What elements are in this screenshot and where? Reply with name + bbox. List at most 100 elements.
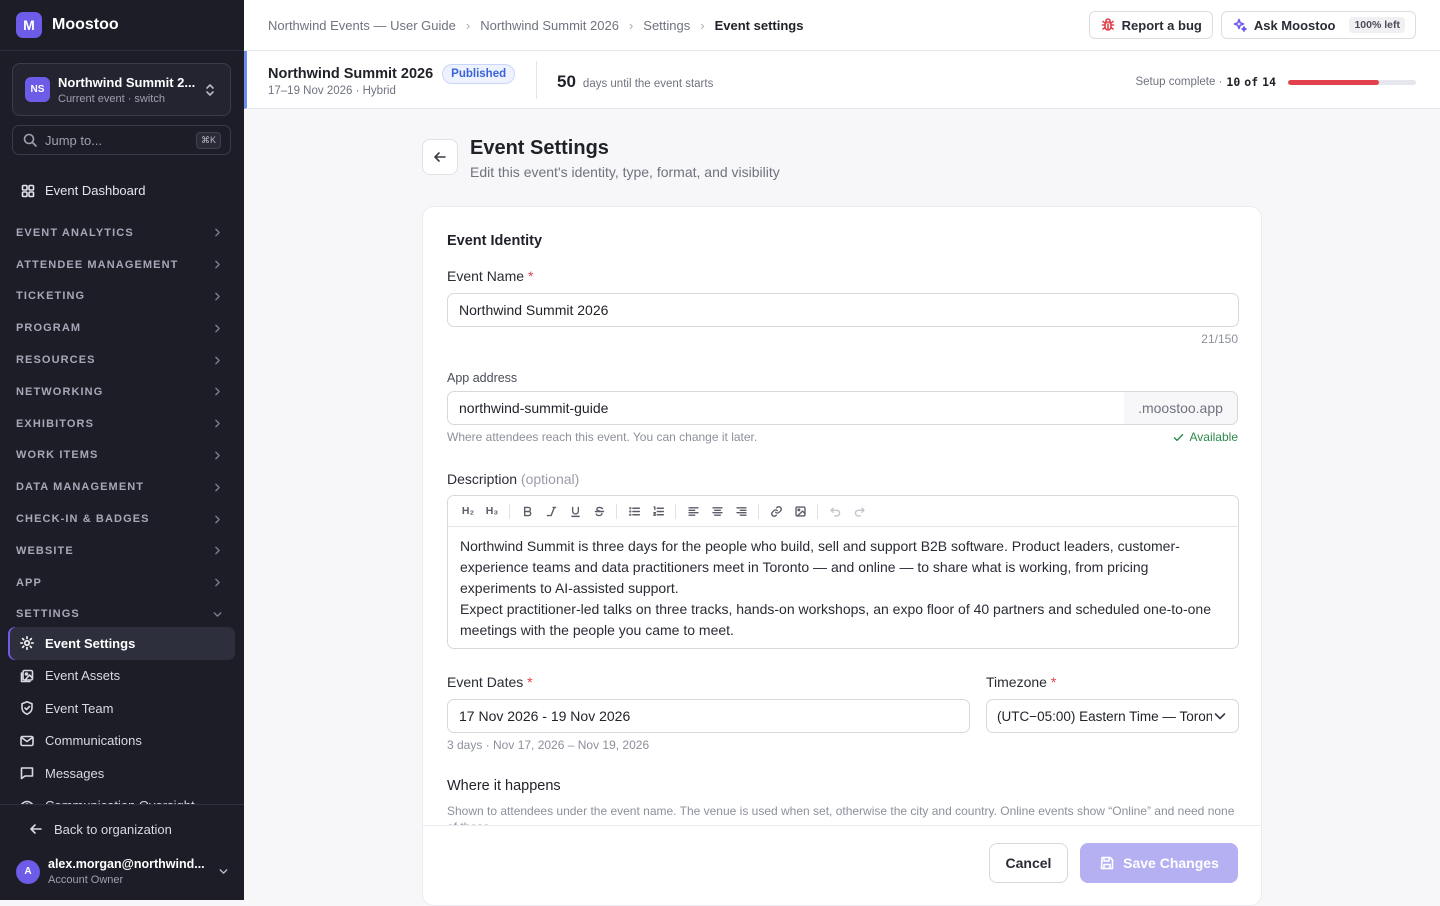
sidebar-item-communications[interactable]: Communications [8,725,235,758]
sidebar-item-label: Messages [45,765,105,781]
event-status-bar: Northwind Summit 2026 Published 17–19 No… [244,51,1440,109]
heading-2-button[interactable]: H₂ [456,500,480,522]
align-right-icon[interactable] [729,500,753,522]
description-paragraph: Northwind Summit is three days for the p… [460,538,1180,596]
setup-of: of [1244,75,1259,89]
section-label: RESOURCES [16,354,96,367]
chevron-right-icon [211,513,224,526]
status-badge: Published [442,64,516,84]
ask-moostoo-button[interactable]: Ask Moostoo 100% left [1220,11,1416,39]
section-exhibitors[interactable]: EXHIBITORS [0,408,244,440]
underline-icon[interactable] [563,500,587,522]
chevron-right-icon [211,226,224,239]
breadcrumb-current: Event settings [714,17,804,33]
sidebar-item-event-team[interactable]: Event Team [8,692,235,725]
back-button[interactable] [422,139,458,175]
chevron-down-icon [1212,708,1228,724]
user-menu[interactable]: A alex.morgan@northwind... Account Owner [16,857,230,886]
brand[interactable]: M Moostoo [0,0,244,51]
shield-icon [19,700,35,716]
section-networking[interactable]: NETWORKING [0,376,244,408]
app-logo: M [16,12,42,38]
jump-to-placeholder: Jump to... [45,132,103,148]
section-label: APP [16,576,42,589]
sidebar-item-event-dashboard[interactable]: Event Dashboard [12,176,234,205]
description-paragraph: Expect practitioner-led talks on three t… [460,601,1211,638]
app-address-input[interactable]: northwind-summit-guide [447,391,1125,425]
section-settings[interactable]: SETTINGS [0,599,244,631]
event-name-input[interactable]: Northwind Summit 2026 [447,293,1239,327]
bullet-list-icon[interactable] [622,500,646,522]
numbered-list-icon[interactable] [646,500,670,522]
bold-icon[interactable] [515,500,539,522]
timezone-select[interactable]: (UTC−05:00) Eastern Time — Toronto [986,699,1239,733]
gear-icon [19,635,35,651]
bug-icon [1100,17,1116,33]
align-center-icon[interactable] [705,500,729,522]
chevron-right-icon [211,449,224,462]
section-ticketing[interactable]: TICKETING [0,281,244,313]
heading-3-button[interactable]: H₃ [480,500,504,522]
toolbar-divider [817,503,818,519]
link-icon[interactable] [764,500,788,522]
event-name-label: Event Name * [447,268,534,284]
breadcrumb-item[interactable]: Settings [643,18,690,33]
chevron-right-icon [211,385,224,398]
sidebar-item-event-assets[interactable]: Event Assets [8,660,235,693]
section-check-in-badges[interactable]: CHECK-IN & BADGES [0,503,244,535]
countdown-days: 50 [557,72,576,91]
report-bug-button[interactable]: Report a bug [1088,11,1213,39]
chevron-right-icon [211,258,224,271]
back-to-organization-link[interactable]: Back to organization [28,821,172,837]
section-resources[interactable]: RESOURCES [0,344,244,376]
section-label: ATTENDEE MANAGEMENT [16,258,179,271]
sidebar-item-messages[interactable]: Messages [8,757,235,790]
required-marker: * [527,268,534,284]
dashboard-icon [20,183,36,199]
section-website[interactable]: WEBSITE [0,535,244,567]
section-attendee-management[interactable]: ATTENDEE MANAGEMENT [0,249,244,281]
section-label: TICKETING [16,290,86,303]
user-email: alex.morgan@northwind... [48,857,205,871]
chevron-right-icon [211,290,224,303]
topbar: Northwind Events — User Guide › Northwin… [244,0,1440,51]
undo-icon[interactable] [823,500,847,522]
sidebar-item-event-settings[interactable]: Event Settings [8,627,235,660]
section-program[interactable]: PROGRAM [0,312,244,344]
section-label: EVENT ANALYTICS [16,226,134,239]
section-label: WEBSITE [16,544,74,557]
where-section-title: Where it happens [447,778,561,794]
image-icon[interactable] [788,500,812,522]
breadcrumb: Northwind Events — User Guide › Northwin… [268,18,1081,33]
divider [536,61,537,99]
section-title: Event Identity [447,233,543,249]
breadcrumb-item[interactable]: Northwind Events — User Guide [268,18,456,33]
jump-to-search[interactable]: Jump to... ⌘K [12,125,231,155]
save-changes-button[interactable]: Save Changes [1080,843,1238,883]
form-footer: Cancel Save Changes [423,825,1261,905]
event-dates-picker[interactable]: 17 Nov 2026 - 19 Nov 2026 [447,699,970,733]
avatar: A [16,859,40,884]
italic-icon[interactable] [539,500,563,522]
sparkles-icon [1232,17,1248,33]
section-app[interactable]: APP [0,567,244,599]
chevron-right-icon [211,544,224,557]
setup-progress-bar [1288,79,1416,85]
report-bug-label: Report a bug [1121,17,1202,33]
cancel-button[interactable]: Cancel [989,843,1068,883]
event-switcher[interactable]: NS Northwind Summit 2... Current event ·… [12,63,231,116]
sidebar-item-label: Event Team [45,700,114,716]
section-event-analytics[interactable]: EVENT ANALYTICS [0,217,244,249]
strikethrough-icon[interactable] [587,500,611,522]
align-left-icon[interactable] [681,500,705,522]
editor-toolbar: H₂ H₃ [448,496,1238,527]
search-icon [22,132,38,148]
chevron-right-icon [211,576,224,589]
description-textarea[interactable]: Northwind Summit is three days for the p… [448,527,1238,648]
section-data-management[interactable]: DATA MANAGEMENT [0,471,244,503]
event-switcher-name: Northwind Summit 2... [58,74,196,90]
breadcrumb-item[interactable]: Northwind Summit 2026 [480,18,619,33]
setup-progress[interactable]: Setup complete · 10 of 14 [1135,75,1416,89]
redo-icon[interactable] [847,500,871,522]
section-work-items[interactable]: WORK ITEMS [0,440,244,472]
